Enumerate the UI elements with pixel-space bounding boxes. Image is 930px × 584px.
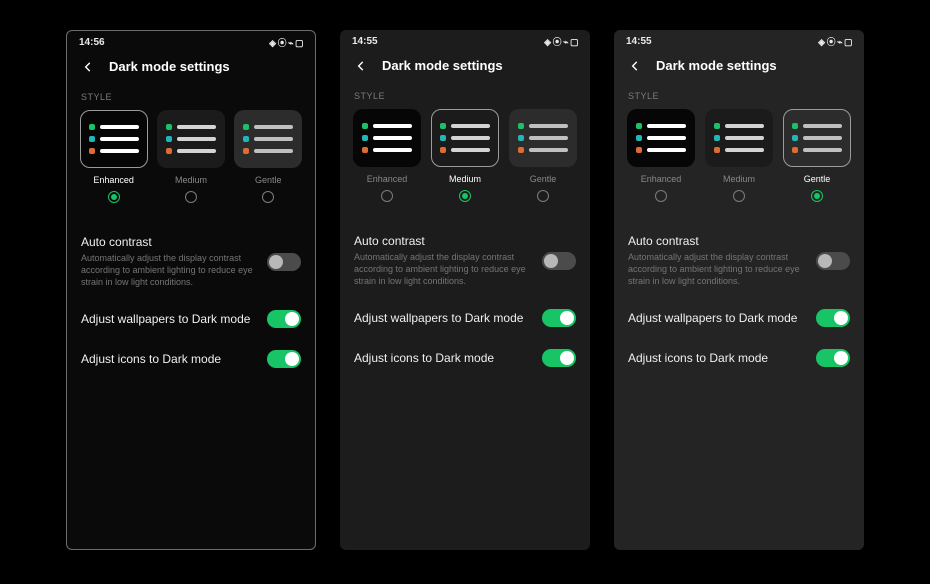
clock: 14:55: [352, 36, 378, 47]
style-options: Enhanced Medium Gentle: [67, 110, 315, 203]
page-title: Dark mode settings: [382, 58, 503, 73]
style-gentle[interactable]: Gentle: [506, 109, 580, 202]
style-label: Enhanced: [641, 174, 682, 184]
auto-contrast-toggle[interactable]: [816, 252, 850, 270]
style-swatch-medium: [705, 109, 773, 167]
icons-label: Adjust icons to Dark mode: [81, 352, 259, 366]
page-title: Dark mode settings: [656, 58, 777, 73]
style-options: Enhanced Medium Gentle: [340, 109, 590, 202]
wallpapers-row[interactable]: Adjust wallpapers to Dark mode: [81, 302, 301, 336]
icons-label: Adjust icons to Dark mode: [354, 351, 534, 365]
style-gentle[interactable]: Gentle: [232, 110, 305, 203]
style-label: Medium: [449, 174, 481, 184]
auto-contrast-title: Auto contrast: [81, 235, 259, 249]
style-medium[interactable]: Medium: [154, 110, 227, 203]
phone-enhanced: 14:56 ◈ ⦿ ⌁ ▢ Dark mode settings STYLE E…: [66, 30, 316, 550]
icons-row[interactable]: Adjust icons to Dark mode: [81, 342, 301, 376]
auto-contrast-row[interactable]: Auto contrast Automatically adjust the d…: [354, 226, 576, 295]
clock: 14:55: [626, 36, 652, 47]
wallpapers-toggle[interactable]: [267, 310, 301, 328]
style-section-label: STYLE: [614, 87, 864, 109]
wallpapers-label: Adjust wallpapers to Dark mode: [354, 311, 534, 325]
page-title: Dark mode settings: [109, 59, 230, 74]
auto-contrast-row[interactable]: Auto contrast Automatically adjust the d…: [628, 226, 850, 295]
style-options: Enhanced Medium Gentle: [614, 109, 864, 202]
clock: 14:56: [79, 37, 105, 48]
phone-medium: 14:55 ◈ ⦿ ⌁ ▢ Dark mode settings STYLE E…: [340, 30, 590, 550]
phone-gentle: 14:55 ◈ ⦿ ⌁ ▢ Dark mode settings STYLE E…: [614, 30, 864, 550]
back-icon[interactable]: [628, 59, 642, 73]
style-enhanced[interactable]: Enhanced: [624, 109, 698, 202]
auto-contrast-desc: Automatically adjust the display contras…: [81, 252, 259, 288]
wallpapers-toggle[interactable]: [542, 309, 576, 327]
settings-list: Auto contrast Automatically adjust the d…: [614, 202, 864, 375]
style-swatch-enhanced: [353, 109, 421, 167]
auto-contrast-desc: Automatically adjust the display contras…: [628, 251, 808, 287]
status-icons: ◈ ⦿ ⌁ ▢: [269, 36, 303, 49]
auto-contrast-title: Auto contrast: [354, 234, 534, 248]
style-radio[interactable]: [811, 190, 823, 202]
style-radio[interactable]: [108, 191, 120, 203]
style-radio[interactable]: [459, 190, 471, 202]
style-swatch-enhanced: [80, 110, 148, 168]
style-section-label: STYLE: [67, 88, 315, 110]
icons-toggle[interactable]: [816, 349, 850, 367]
style-label: Medium: [175, 175, 207, 185]
wallpapers-toggle[interactable]: [816, 309, 850, 327]
style-label: Enhanced: [367, 174, 408, 184]
status-icons: ◈ ⦿ ⌁ ▢: [818, 35, 852, 48]
style-radio[interactable]: [262, 191, 274, 203]
style-label: Medium: [723, 174, 755, 184]
style-label: Enhanced: [93, 175, 134, 185]
style-radio[interactable]: [537, 190, 549, 202]
title-bar: Dark mode settings: [67, 53, 315, 88]
title-bar: Dark mode settings: [614, 52, 864, 87]
back-icon[interactable]: [81, 60, 95, 74]
style-swatch-enhanced: [627, 109, 695, 167]
icons-label: Adjust icons to Dark mode: [628, 351, 808, 365]
style-radio[interactable]: [381, 190, 393, 202]
style-medium[interactable]: Medium: [702, 109, 776, 202]
style-swatch-gentle: [783, 109, 851, 167]
auto-contrast-title: Auto contrast: [628, 234, 808, 248]
style-enhanced[interactable]: Enhanced: [77, 110, 150, 203]
style-radio[interactable]: [655, 190, 667, 202]
wallpapers-row[interactable]: Adjust wallpapers to Dark mode: [354, 301, 576, 335]
icons-toggle[interactable]: [542, 349, 576, 367]
status-icons: ◈ ⦿ ⌁ ▢: [544, 35, 578, 48]
auto-contrast-row[interactable]: Auto contrast Automatically adjust the d…: [81, 227, 301, 296]
status-bar: 14:55 ◈ ⦿ ⌁ ▢: [614, 30, 864, 52]
style-swatch-medium: [157, 110, 225, 168]
style-swatch-medium: [431, 109, 499, 167]
style-gentle[interactable]: Gentle: [780, 109, 854, 202]
style-swatch-gentle: [234, 110, 302, 168]
style-label: Gentle: [530, 174, 557, 184]
style-swatch-gentle: [509, 109, 577, 167]
status-bar: 14:55 ◈ ⦿ ⌁ ▢: [340, 30, 590, 52]
auto-contrast-toggle[interactable]: [267, 253, 301, 271]
settings-list: Auto contrast Automatically adjust the d…: [67, 203, 315, 376]
style-medium[interactable]: Medium: [428, 109, 502, 202]
auto-contrast-toggle[interactable]: [542, 252, 576, 270]
icons-toggle[interactable]: [267, 350, 301, 368]
wallpapers-label: Adjust wallpapers to Dark mode: [628, 311, 808, 325]
style-radio[interactable]: [733, 190, 745, 202]
style-radio[interactable]: [185, 191, 197, 203]
icons-row[interactable]: Adjust icons to Dark mode: [628, 341, 850, 375]
style-section-label: STYLE: [340, 87, 590, 109]
back-icon[interactable]: [354, 59, 368, 73]
style-label: Gentle: [804, 174, 831, 184]
auto-contrast-desc: Automatically adjust the display contras…: [354, 251, 534, 287]
wallpapers-row[interactable]: Adjust wallpapers to Dark mode: [628, 301, 850, 335]
title-bar: Dark mode settings: [340, 52, 590, 87]
wallpapers-label: Adjust wallpapers to Dark mode: [81, 312, 259, 326]
style-label: Gentle: [255, 175, 282, 185]
status-bar: 14:56 ◈ ⦿ ⌁ ▢: [67, 31, 315, 53]
settings-list: Auto contrast Automatically adjust the d…: [340, 202, 590, 375]
style-enhanced[interactable]: Enhanced: [350, 109, 424, 202]
icons-row[interactable]: Adjust icons to Dark mode: [354, 341, 576, 375]
